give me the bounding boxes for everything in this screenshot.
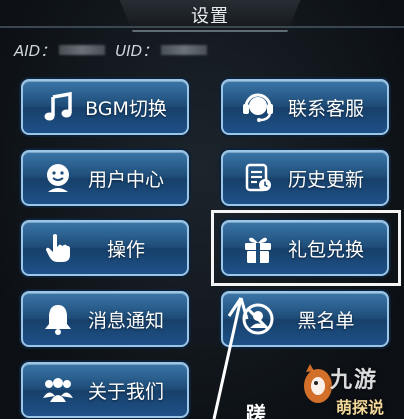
blocked-user-icon bbox=[241, 302, 275, 336]
gift-box-icon bbox=[241, 231, 275, 265]
aid-label: AID： bbox=[14, 41, 56, 60]
controls-label: 操作 bbox=[106, 238, 145, 261]
user-center-label: 用户中心 bbox=[87, 168, 164, 191]
contact-support-label: 联系客服 bbox=[287, 97, 364, 120]
history-document-icon bbox=[241, 161, 275, 195]
blacklist-button[interactable]: 黑名单 bbox=[221, 291, 389, 347]
update-history-button[interactable]: 历史更新 bbox=[221, 150, 389, 206]
partial-bottom-text: 蹉 bbox=[246, 402, 266, 419]
notifications-label: 消息通知 bbox=[87, 309, 164, 332]
page-title: 设置 bbox=[191, 6, 229, 27]
notifications-button[interactable]: 消息通知 bbox=[21, 291, 189, 347]
title-divider bbox=[0, 26, 404, 28]
account-id-row: AID： UID： bbox=[14, 38, 217, 62]
gift-redeem-label: 礼包兑换 bbox=[287, 238, 364, 261]
contact-support-button[interactable]: 联系客服 bbox=[221, 79, 389, 135]
bgm-toggle-button[interactable]: BGM切换 bbox=[21, 79, 189, 135]
uid-label: UID： bbox=[115, 41, 158, 60]
bell-icon bbox=[41, 302, 75, 336]
about-us-label: 关于我们 bbox=[87, 380, 164, 403]
bgm-toggle-label: BGM切换 bbox=[85, 97, 167, 120]
uid-redacted bbox=[161, 45, 208, 55]
hand-pointer-icon bbox=[41, 231, 75, 265]
user-face-icon bbox=[41, 161, 75, 195]
user-center-button[interactable]: 用户中心 bbox=[21, 150, 189, 206]
gift-redeem-button[interactable]: 礼包兑换 bbox=[221, 220, 389, 276]
group-people-icon bbox=[41, 373, 75, 407]
headset-icon bbox=[241, 90, 275, 124]
settings-screen: 设置 AID： UID： BGM切换 联系客服 用户中心 历史更新 操作 礼包兑… bbox=[0, 0, 404, 419]
watermark-subtext: 萌探说 bbox=[336, 398, 385, 417]
blacklist-label: 黑名单 bbox=[297, 309, 355, 332]
controls-button[interactable]: 操作 bbox=[21, 220, 189, 276]
aid-redacted bbox=[59, 45, 106, 55]
watermark-text: 九游 bbox=[330, 368, 379, 393]
music-note-icon bbox=[41, 90, 75, 124]
update-history-label: 历史更新 bbox=[287, 168, 364, 191]
about-us-button[interactable]: 关于我们 bbox=[21, 362, 189, 418]
